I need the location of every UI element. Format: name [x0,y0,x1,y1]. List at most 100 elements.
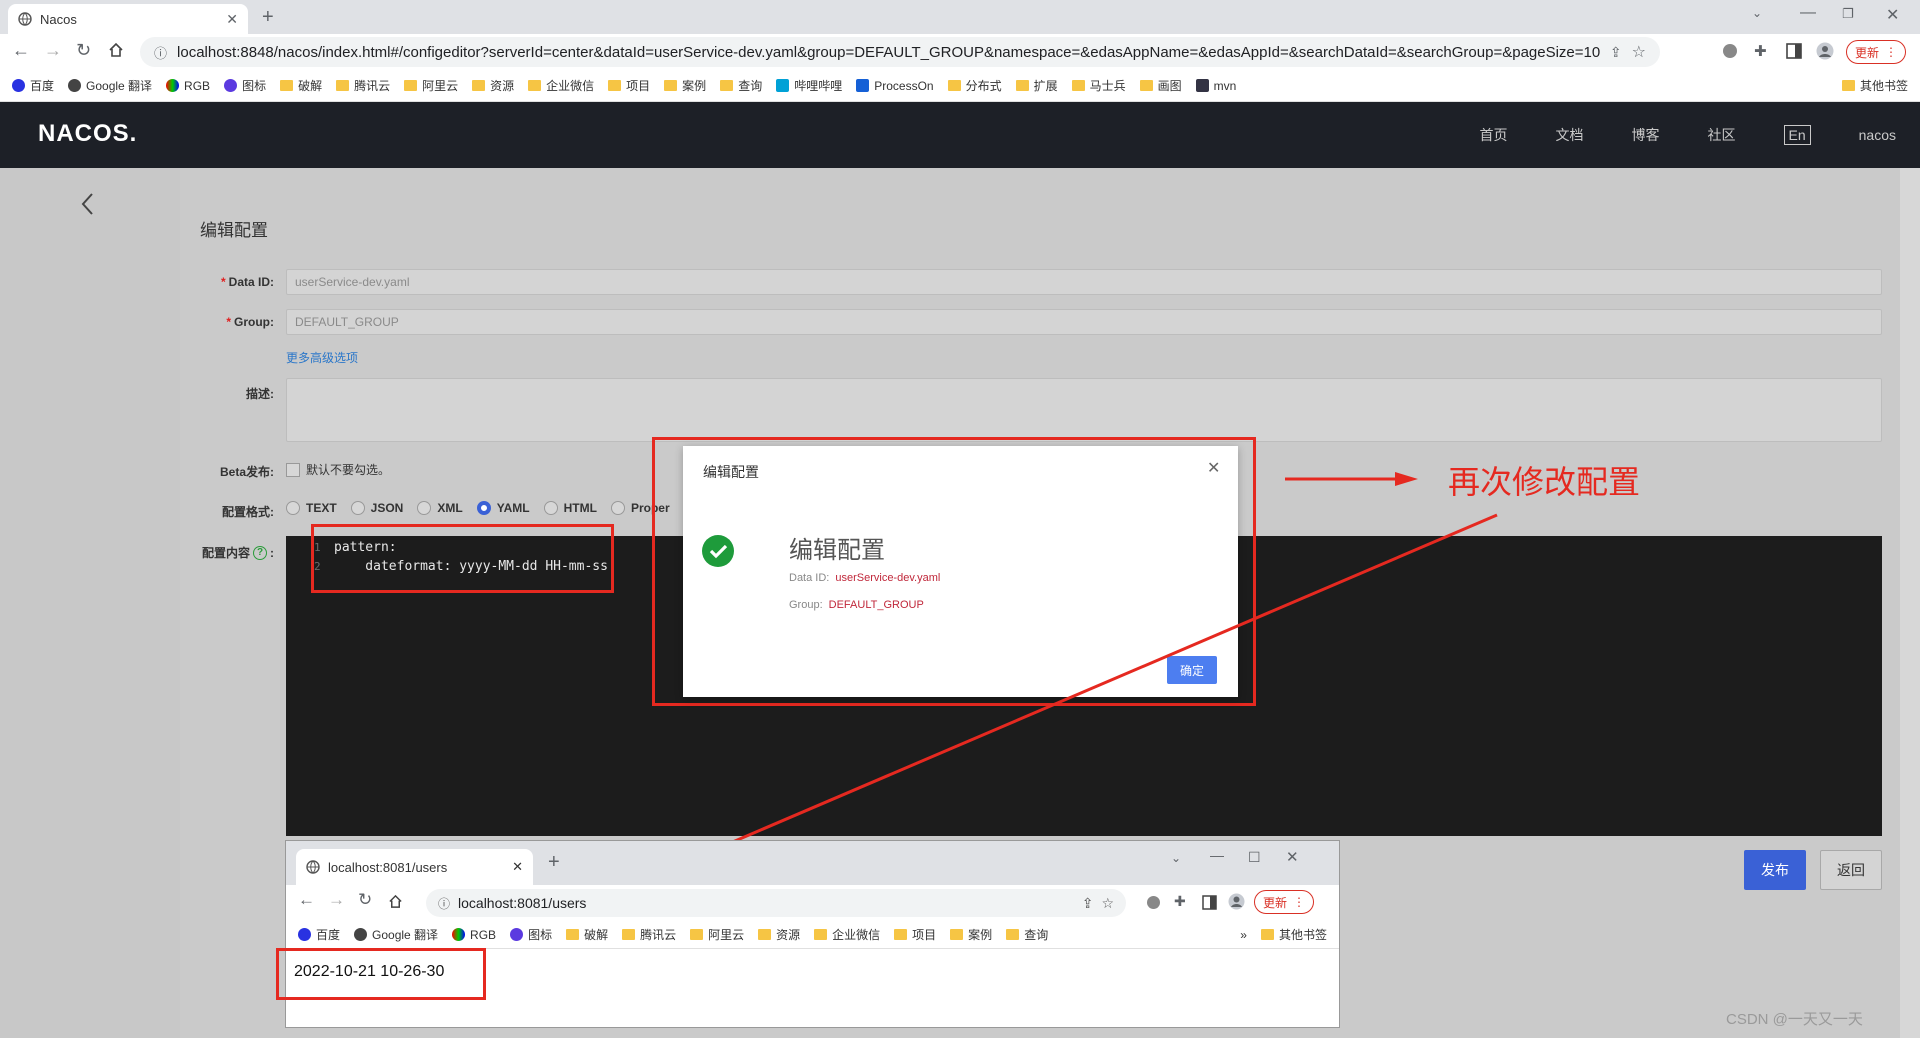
bookmark-folder[interactable]: 阿里云 [690,926,744,943]
chevron-left-icon[interactable] [80,192,96,216]
format-yaml-radio[interactable]: YAML [476,501,530,515]
bookmark-folder[interactable]: 破解 [566,926,608,943]
forward-arrow-icon[interactable]: → [328,890,345,910]
return-button[interactable]: 返回 [1820,850,1882,890]
chevron-down-icon[interactable]: ⌄ [1752,6,1762,20]
sidepanel-icon[interactable] [1202,895,1217,910]
profile-icon[interactable] [1816,42,1834,60]
bookmark-folder[interactable]: 企业微信 [528,77,594,94]
nacos-logo[interactable]: NACOS. [38,120,137,148]
window-close-icon[interactable]: ✕ [1286,848,1299,866]
bookmark-folder[interactable]: 查询 [720,77,762,94]
bookmark-folder[interactable]: 案例 [664,77,706,94]
bookmark-folder[interactable]: 资源 [758,926,800,943]
bookmark-folder[interactable]: 资源 [472,77,514,94]
bookmark-folder[interactable]: 马士兵 [1071,77,1126,94]
bookmark-google-translate[interactable]: Google 翻译 [68,77,152,94]
new-tab-icon[interactable]: + [548,851,560,874]
minimize-icon[interactable]: — [1800,4,1816,22]
new-tab-icon[interactable]: + [262,6,274,29]
help-icon[interactable]: ? [253,545,267,560]
bookmark-processon[interactable]: ProcessOn [856,79,934,93]
address-bar[interactable]: ⓘ localhost:8848/nacos/index.html#/confi… [140,37,1660,67]
info-icon[interactable]: ⓘ [438,895,450,912]
bookmark-folder[interactable]: 分布式 [947,77,1002,94]
bookmark-icons[interactable]: 图标 [510,926,552,943]
bookmark-folder[interactable]: 项目 [608,77,650,94]
back-arrow-icon[interactable]: ← [12,40,30,61]
bookmark-google-translate[interactable]: Google 翻译 [354,926,438,943]
home-icon[interactable] [388,894,403,909]
dialog-close-icon[interactable]: ✕ [1207,458,1220,478]
bookmark-folder[interactable]: 查询 [1006,926,1048,943]
bookmark-folder[interactable]: 扩展 [1015,77,1058,94]
format-json-radio[interactable]: JSON [350,501,403,515]
bookmark-folder[interactable]: 阿里云 [404,77,458,94]
description-textarea[interactable] [286,378,1882,442]
bookmark-folder[interactable]: 画图 [1139,77,1182,94]
inner-toolbar: ← → ↻ ⓘ localhost:8081/users ⇪ ☆ ✚ 更新 ⋮ [286,885,1339,921]
bookmark-folder[interactable]: 腾讯云 [336,77,390,94]
chevron-down-icon[interactable]: ⌄ [1171,851,1181,865]
reload-icon[interactable]: ↻ [358,890,372,910]
bookmark-folder[interactable]: 腾讯云 [622,926,676,943]
extension-circle-icon[interactable] [1722,43,1738,59]
bookmark-mvn[interactable]: mvn [1195,79,1236,93]
update-button[interactable]: 更新 ⋮ [1846,40,1907,64]
more-bookmarks[interactable]: » [1240,928,1247,942]
nav-home[interactable]: 首页 [1480,125,1508,145]
puzzle-icon[interactable]: ✚ [1754,42,1767,60]
data-id-input[interactable]: userService-dev.yaml [286,269,1882,295]
minimize-icon[interactable]: — [1210,847,1224,863]
close-icon[interactable]: ✕ [226,11,238,28]
back-arrow-icon[interactable]: ← [298,890,315,910]
close-icon[interactable]: ✕ [512,859,523,875]
star-icon[interactable]: ☆ [1101,895,1114,912]
bookmark-folder[interactable]: 破解 [280,77,322,94]
forward-arrow-icon[interactable]: → [44,40,62,61]
bookmark-folder[interactable]: 项目 [894,926,936,943]
puzzle-icon[interactable]: ✚ [1174,893,1186,910]
window-close-icon[interactable]: ✕ [1886,5,1899,25]
bookmark-rgb[interactable]: RGB [452,928,496,942]
star-icon[interactable]: ☆ [1632,42,1646,62]
nav-blog[interactable]: 博客 [1632,125,1660,145]
group-input[interactable]: DEFAULT_GROUP [286,309,1882,335]
extension-circle-icon[interactable] [1146,895,1161,910]
bookmark-baidu[interactable]: 百度 [12,77,54,94]
inner-browser-tab[interactable]: localhost:8081/users ✕ [296,849,533,885]
inner-address-bar[interactable]: ⓘ localhost:8081/users ⇪ ☆ [426,889,1126,917]
format-html-radio[interactable]: HTML [543,501,597,515]
share-icon[interactable]: ⇪ [1610,44,1622,61]
home-icon[interactable] [108,42,124,58]
language-toggle[interactable]: En [1783,125,1811,145]
publish-button[interactable]: 发布 [1744,850,1806,890]
other-bookmarks[interactable]: 其他书签 [1841,77,1908,94]
profile-icon[interactable] [1228,893,1245,910]
maximize-icon[interactable]: ☐ [1248,849,1261,866]
inner-update-button[interactable]: 更新 ⋮ [1254,890,1315,914]
format-text-radio[interactable]: TEXT [286,501,337,515]
more-options-link[interactable]: 更多高级选项 [286,349,358,366]
other-bookmarks[interactable]: 其他书签 [1260,926,1327,943]
nav-docs[interactable]: 文档 [1556,125,1584,145]
bookmark-baidu[interactable]: 百度 [298,926,340,943]
reload-icon[interactable]: ↻ [76,40,91,61]
browser-tab[interactable]: Nacos ✕ [8,4,248,34]
beta-checkbox[interactable]: 默认不要勾选。 [286,461,390,478]
format-xml-radio[interactable]: XML [417,501,463,515]
sidepanel-icon[interactable] [1786,43,1802,59]
user-name[interactable]: nacos [1859,127,1896,143]
bookmark-rgb[interactable]: RGB [166,79,210,93]
info-icon[interactable]: ⓘ [154,43,167,62]
bookmark-folder[interactable]: 企业微信 [814,926,880,943]
page-scrollbar[interactable] [1900,168,1920,1038]
dialog-ok-button[interactable]: 确定 [1167,656,1217,684]
bookmark-icons[interactable]: 图标 [224,77,266,94]
restore-icon[interactable]: ❐ [1842,6,1854,22]
bookmark-folder[interactable]: 案例 [950,926,992,943]
share-icon[interactable]: ⇪ [1082,895,1094,912]
bookmark-bilibili[interactable]: 哔哩哔哩 [776,77,842,94]
folder-icon [1006,929,1020,940]
nav-community[interactable]: 社区 [1708,125,1736,145]
